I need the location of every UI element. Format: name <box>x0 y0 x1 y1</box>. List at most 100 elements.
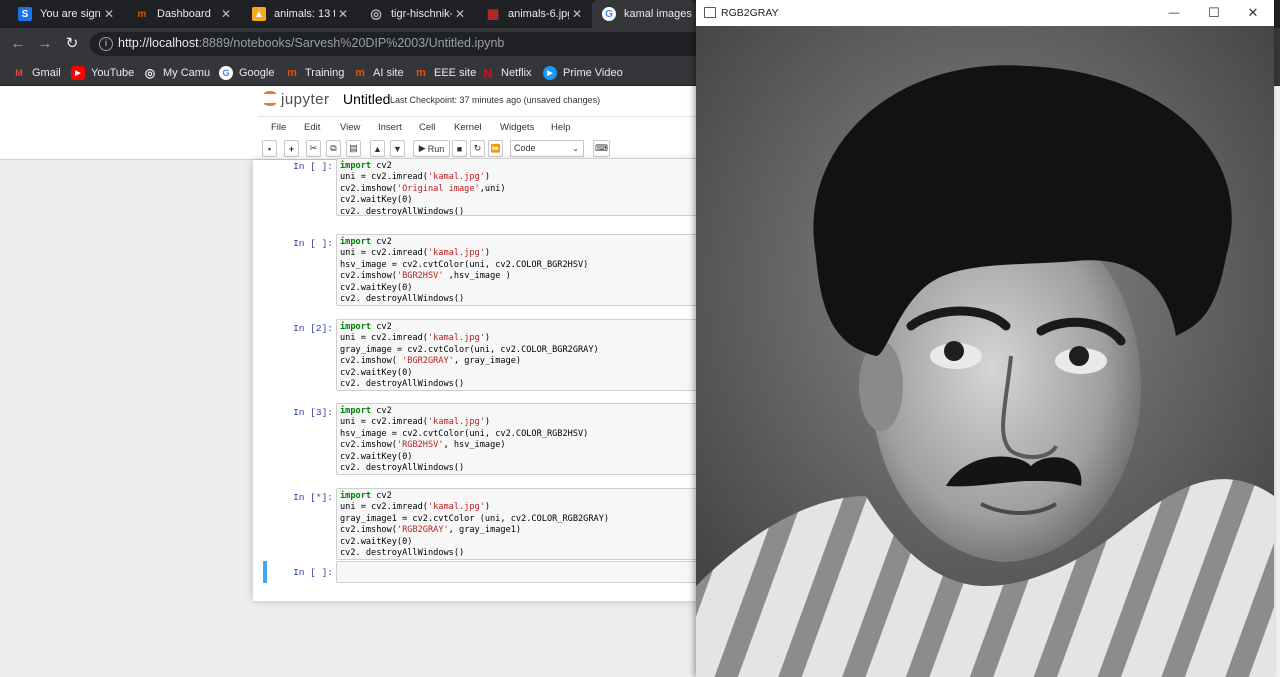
code-string: 'BGR2HSV' <box>396 271 444 282</box>
url-host: http://localhost <box>118 36 199 50</box>
code-string: 'kamal.jpg' <box>427 502 485 513</box>
bookmark-youtube[interactable]: ▶ YouTube <box>71 64 134 82</box>
interrupt-icon[interactable]: ■ <box>452 140 467 157</box>
bookmark-training[interactable]: m Training <box>285 64 344 82</box>
menu-view[interactable]: View <box>340 122 360 133</box>
code-string: 'kamal.jpg' <box>427 417 485 428</box>
code-cell[interactable]: In [2]: import cv2 uni = cv2.imread('kama… <box>253 319 698 391</box>
code-editor[interactable]: import cv2 uni = cv2.imread('kamal.jpg')… <box>336 319 698 391</box>
browser-tab[interactable]: ◎ tigr-hischnik- ✕ <box>359 0 474 28</box>
reload-icon[interactable]: ↻ <box>62 34 82 54</box>
restart-icon[interactable]: ↻ <box>470 140 485 157</box>
opencv-window[interactable]: RGB2GRAY — ☐ ✕ <box>696 0 1274 677</box>
maximize-icon[interactable]: ☐ <box>1194 0 1234 26</box>
menu-edit[interactable]: Edit <box>304 122 320 133</box>
cell-type-value: Code <box>514 143 536 153</box>
tab-favicon-icon: ▲ <box>252 7 266 21</box>
cell-prompt: In [*]: <box>293 492 333 503</box>
browser-tab[interactable]: ▲ animals: 13 th ✕ <box>242 0 357 28</box>
notebook-toolbar: ▪ + ✂ ⧉ ▤ ▲ ▼ ▶ Run ■ ↻ ⏩ Code ⌄ ⌨ <box>258 138 698 160</box>
menu-cell[interactable]: Cell <box>419 122 435 133</box>
site-info-icon[interactable]: i <box>99 37 113 51</box>
code-editor[interactable]: import cv2 uni = cv2.imread('kamal.jpg')… <box>336 158 698 216</box>
code-cell[interactable]: In [*]: import cv2 uni = cv2.imread('kama… <box>253 488 698 560</box>
back-arrow-icon[interactable]: ← <box>8 34 28 54</box>
prime-video-icon: ▶ <box>543 66 557 80</box>
code-cell[interactable]: In [ ]: <box>253 561 698 583</box>
tab-close-icon[interactable]: ✕ <box>452 7 468 21</box>
code-editor[interactable]: import cv2 uni = cv2.imread('kamal.jpg')… <box>336 403 698 475</box>
bookmark-label: YouTube <box>91 67 135 79</box>
tab-title: animals: 13 th <box>274 8 335 20</box>
code-cell[interactable]: In [ ]: import cv2 uni = cv2.imread('kama… <box>253 158 698 218</box>
checkpoint-status: Last Checkpoint: 37 minutes ago (unsaved… <box>390 95 601 105</box>
restart-run-all-icon[interactable]: ⏩ <box>488 140 503 157</box>
notebook-container: In [ ]: import cv2 uni = cv2.imread('kama… <box>253 158 698 601</box>
browser-tab[interactable]: S You are signed ✕ <box>8 0 123 28</box>
menu-kernel[interactable]: Kernel <box>454 122 481 133</box>
code-editor[interactable]: import cv2 uni = cv2.imread('kamal.jpg')… <box>336 234 698 306</box>
copy-icon[interactable]: ⧉ <box>326 140 341 157</box>
tab-favicon-icon: m <box>137 8 147 20</box>
code-cell[interactable]: In [ ]: import cv2 uni = cv2.imread('kama… <box>253 234 698 306</box>
code-keyword: import <box>340 491 372 501</box>
bookmark-google[interactable]: G Google <box>219 64 274 82</box>
bookmark-gmail[interactable]: M Gmail <box>12 64 60 82</box>
cell-type-select[interactable]: Code ⌄ <box>510 140 584 157</box>
paste-icon[interactable]: ▤ <box>346 140 361 157</box>
code-cell[interactable]: In [3]: import cv2 uni = cv2.imread('kama… <box>253 403 698 475</box>
close-icon[interactable]: ✕ <box>1233 0 1273 26</box>
bookmark-label: EEE site <box>434 67 477 79</box>
move-up-icon[interactable]: ▲ <box>370 140 385 157</box>
move-down-icon[interactable]: ▼ <box>390 140 405 157</box>
bookmark-label: AI site <box>373 67 404 79</box>
code-string: 'kamal.jpg' <box>427 172 485 183</box>
jupyter-logo-icon <box>262 90 278 108</box>
add-cell-icon[interactable]: + <box>284 140 299 157</box>
opencv-titlebar[interactable]: RGB2GRAY — ☐ ✕ <box>696 0 1274 26</box>
keyboard-icon[interactable]: ⌨ <box>593 140 610 157</box>
jupyter-logo[interactable]: jupyter <box>262 90 330 108</box>
bookmark-label: My Camu <box>163 67 211 79</box>
tab-close-icon[interactable]: ✕ <box>569 7 585 21</box>
browser-tab[interactable]: ▦ animals-6.jpg ✕ <box>476 0 591 28</box>
run-button[interactable]: ▶ Run <box>413 140 450 157</box>
tab-title: kamal images <box>624 8 692 20</box>
browser-tab-active[interactable]: G kamal images <box>592 0 696 28</box>
code-string: 'RGB2HSV' <box>396 440 444 451</box>
menu-insert[interactable]: Insert <box>378 122 402 133</box>
menu-file[interactable]: File <box>271 122 286 133</box>
cut-icon[interactable]: ✂ <box>306 140 321 157</box>
eee-site-icon: m <box>416 67 426 79</box>
code-keyword: import <box>340 237 372 247</box>
minimize-icon[interactable]: — <box>1154 0 1194 26</box>
code-keyword: import <box>340 322 372 332</box>
bookmark-mycamu[interactable]: ◎ My Camu <box>143 64 210 82</box>
code-string: 'Original image' <box>396 183 480 194</box>
portrait-drawing <box>696 26 1274 677</box>
bookmark-label: Netflix <box>501 67 532 79</box>
url-text[interactable]: http://localhost:8889/notebooks/Sarvesh%… <box>118 36 504 50</box>
menu-help[interactable]: Help <box>551 122 571 133</box>
bookmark-netflix[interactable]: N Netflix <box>481 64 532 82</box>
bookmark-prime-video[interactable]: ▶ Prime Video <box>543 64 623 82</box>
tab-close-icon[interactable]: ✕ <box>218 7 234 21</box>
menu-widgets[interactable]: Widgets <box>500 122 534 133</box>
tab-favicon-icon: ◎ <box>370 6 382 21</box>
tab-favicon-icon: ▦ <box>486 6 500 21</box>
notebook-title[interactable]: Untitled <box>343 91 390 107</box>
tab-title: tigr-hischnik- <box>391 8 452 20</box>
tab-close-icon[interactable]: ✕ <box>101 7 117 21</box>
bookmark-ai-site[interactable]: m AI site <box>353 64 404 82</box>
code-string: 'RGB2GRAY' <box>396 525 449 536</box>
browser-tab[interactable]: m Dashboard ✕ <box>125 0 240 28</box>
code-editor[interactable]: import cv2 uni = cv2.imread('kamal.jpg')… <box>336 488 698 560</box>
bookmark-eee-site[interactable]: m EEE site <box>414 64 476 82</box>
tab-close-icon[interactable]: ✕ <box>335 7 351 21</box>
globe-icon: ◎ <box>144 66 156 80</box>
cell-prompt: In [ ]: <box>293 238 333 249</box>
menu-bar: File Edit View Insert Cell Kernel Widget… <box>258 116 698 138</box>
forward-arrow-icon[interactable]: → <box>35 34 55 54</box>
save-icon[interactable]: ▪ <box>262 140 277 157</box>
code-editor[interactable] <box>336 561 698 583</box>
